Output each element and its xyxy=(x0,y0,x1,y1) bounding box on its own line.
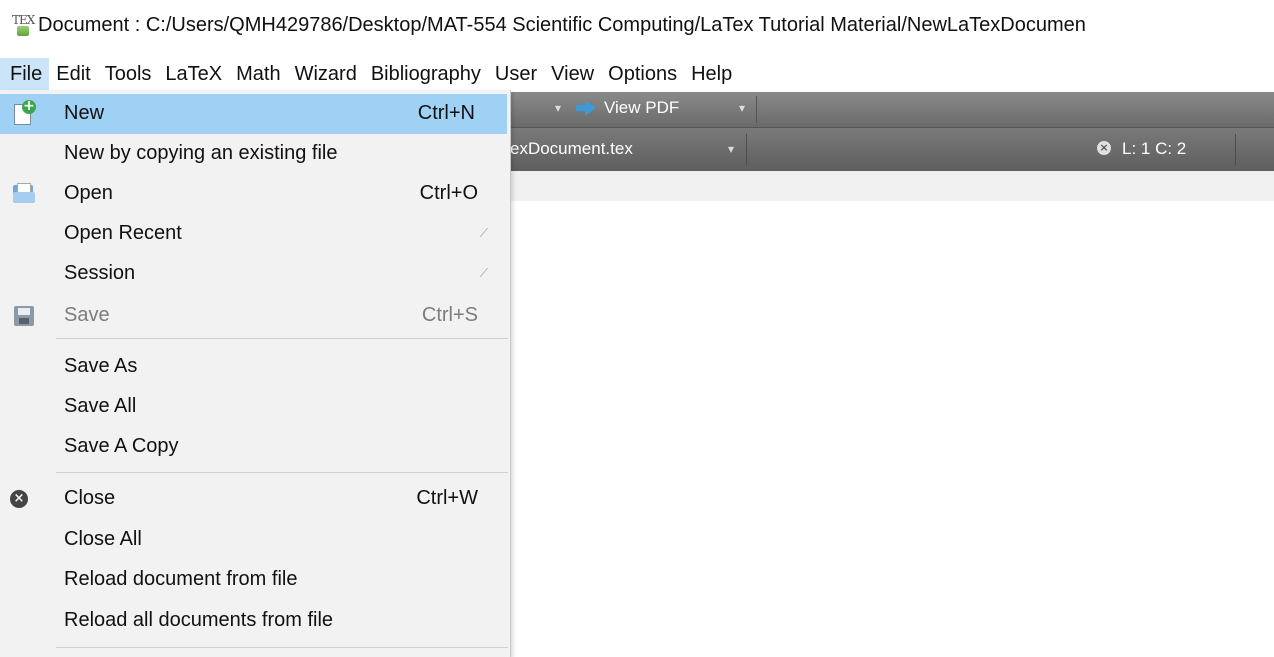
status-divider xyxy=(1235,134,1236,165)
menu-latex[interactable]: LaTeX xyxy=(158,58,229,90)
menu-user[interactable]: User xyxy=(488,58,544,90)
menu-item-close-all[interactable]: Close All xyxy=(0,520,510,560)
document-tab[interactable]: exDocument.tex xyxy=(510,139,633,159)
view-pdf-label: View PDF xyxy=(604,98,680,117)
menu-math[interactable]: Math xyxy=(229,58,287,90)
submenu-arrow-icon: ⟋ xyxy=(479,226,488,240)
menu-file[interactable]: File xyxy=(0,58,50,90)
menu-item-new-by-copying[interactable]: New by copying an existing file xyxy=(0,134,510,174)
editor-header-strip xyxy=(510,171,1274,201)
menu-item-reload-all-documents[interactable]: Reload all documents from file xyxy=(0,601,510,641)
document-tab-bar: exDocument.tex ▾ × L: 1 C: 2 xyxy=(510,128,1274,171)
file-menu-dropdown: + New Ctrl+N New by copying an existing … xyxy=(0,90,511,657)
menu-separator xyxy=(56,338,508,339)
cursor-position: L: 1 C: 2 xyxy=(1122,139,1187,158)
tab-divider xyxy=(746,134,747,165)
menu-item-open[interactable]: Open Ctrl+O xyxy=(0,174,510,214)
texstudio-logo-icon: TEX xyxy=(12,14,35,40)
menu-tools[interactable]: Tools xyxy=(98,58,159,90)
toolbar: ▾ View PDF ▾ xyxy=(510,92,1274,128)
title-bar: TEX Document : C:/Users/QMH429786/Deskto… xyxy=(0,0,1274,58)
close-tab-icon[interactable]: × xyxy=(1097,141,1111,155)
menu-wizard[interactable]: Wizard xyxy=(288,58,364,90)
menu-item-close[interactable]: × Close Ctrl+W xyxy=(0,479,510,519)
view-pdf-dropdown-arrow-icon[interactable]: ▾ xyxy=(739,101,745,115)
menu-bar: File Edit Tools LaTeX Math Wizard Biblio… xyxy=(0,58,1274,90)
save-icon xyxy=(12,304,36,328)
open-folder-icon xyxy=(12,182,36,206)
close-icon: × xyxy=(10,490,28,508)
menu-item-new[interactable]: + New Ctrl+N xyxy=(0,94,507,134)
menu-separator xyxy=(56,472,508,473)
compile-dropdown-arrow-icon[interactable]: ▾ xyxy=(555,101,561,115)
menu-help[interactable]: Help xyxy=(684,58,739,90)
menu-options[interactable]: Options xyxy=(601,58,684,90)
menu-item-save: Save Ctrl+S xyxy=(0,296,510,336)
menu-item-reload-document[interactable]: Reload document from file xyxy=(0,560,510,600)
menu-separator xyxy=(56,647,508,648)
new-file-icon: + xyxy=(12,99,36,126)
window-title: Document : C:/Users/QMH429786/Desktop/MA… xyxy=(38,14,1086,36)
menu-item-save-a-copy[interactable]: Save A Copy xyxy=(0,427,510,467)
menu-edit[interactable]: Edit xyxy=(49,58,97,90)
menu-item-open-recent[interactable]: Open Recent ⟋ xyxy=(0,214,510,254)
menu-view[interactable]: View xyxy=(544,58,601,90)
menu-item-save-as[interactable]: Save As xyxy=(0,347,510,387)
toolbar-divider xyxy=(756,96,757,123)
view-pdf-button[interactable]: View PDF xyxy=(576,98,679,118)
menu-item-session[interactable]: Session ⟋ xyxy=(0,254,510,294)
menu-item-save-all[interactable]: Save All xyxy=(0,387,510,427)
submenu-arrow-icon: ⟋ xyxy=(479,266,488,280)
tab-dropdown-arrow-icon[interactable]: ▾ xyxy=(728,142,734,156)
arrow-right-icon xyxy=(576,100,596,116)
menu-bibliography[interactable]: Bibliography xyxy=(364,58,488,90)
